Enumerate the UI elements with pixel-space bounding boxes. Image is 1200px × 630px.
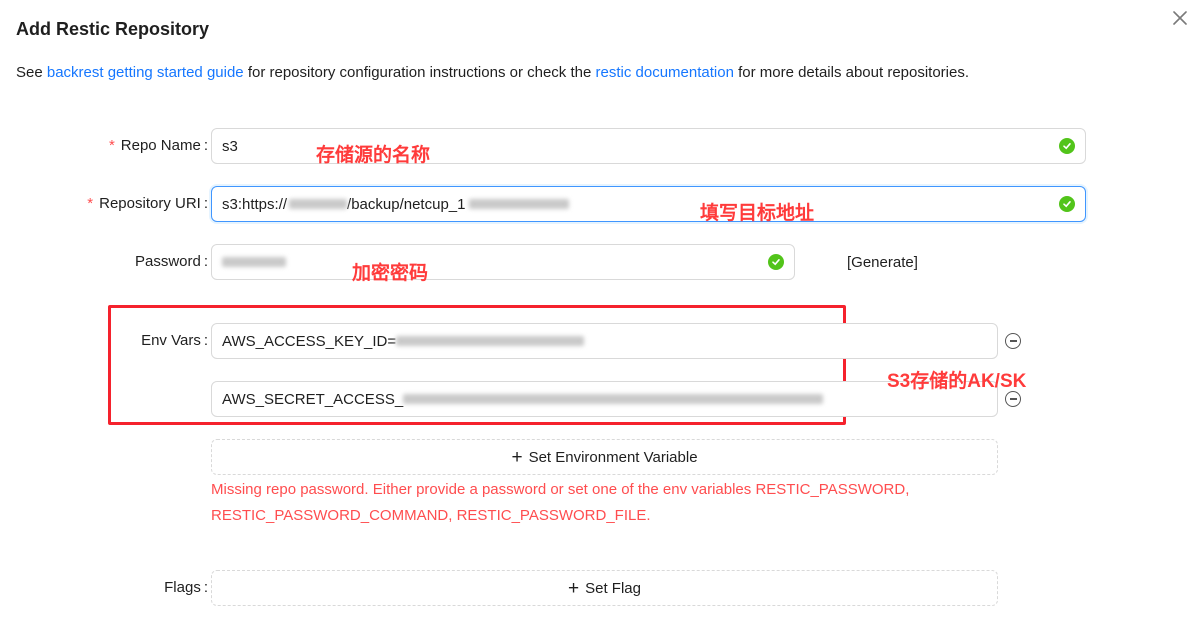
label-text: Repo Name: [120, 137, 201, 154]
repo-uri-prefix: s3:https://: [222, 195, 288, 213]
label-text: Password: [134, 253, 201, 270]
label-text: Env Vars: [141, 332, 201, 349]
description-text: for more details about repositories.: [733, 64, 970, 81]
restic-docs-link[interactable]: restic documentation: [596, 64, 734, 81]
env-var-input-2[interactable]: AWS_SECRET_ACCESS_: [211, 381, 998, 417]
env-vars-annotation: S3存储的AK/SK: [887, 371, 1027, 392]
check-icon: [768, 254, 784, 270]
label-colon: :: [203, 253, 208, 270]
env-var-input-1[interactable]: AWS_ACCESS_KEY_ID=: [211, 323, 998, 359]
repo-uri-middle: /backup/netcup_1: [347, 195, 466, 213]
description: See backrest getting started guide for r…: [16, 64, 969, 81]
label-text: Flags: [164, 579, 201, 596]
getting-started-link[interactable]: backrest getting started guide: [47, 64, 244, 81]
redacted-password: [222, 257, 286, 267]
repo-name-label: * Repo Name:: [109, 137, 208, 154]
label-text: Repository URI: [99, 195, 201, 212]
error-message: Missing repo password. Either provide a …: [211, 477, 909, 529]
env-vars-label: Env Vars:: [141, 332, 208, 349]
set-flag-button[interactable]: + Set Flag: [211, 570, 998, 606]
close-icon: [1173, 11, 1187, 25]
remove-env-var-icon[interactable]: [1005, 333, 1021, 349]
repo-uri-annotation: 填写目标地址: [700, 203, 815, 224]
plus-icon: +: [568, 577, 580, 599]
redacted-text: [403, 394, 824, 404]
repo-uri-label: * Repository URI:: [87, 195, 208, 212]
label-colon: :: [203, 195, 208, 212]
check-icon: [1059, 196, 1075, 212]
remove-env-var-icon[interactable]: [1005, 391, 1021, 407]
label-colon: :: [203, 137, 208, 154]
redacted-text: [396, 336, 585, 346]
label-colon: :: [203, 332, 208, 349]
required-mark: *: [108, 137, 115, 154]
flags-label: Flags:: [164, 579, 208, 596]
check-icon: [1059, 138, 1075, 154]
error-line: RESTIC_PASSWORD_COMMAND, RESTIC_PASSWORD…: [211, 507, 651, 524]
env-var-value: AWS_ACCESS_KEY_ID=: [222, 332, 397, 350]
set-env-var-button[interactable]: + Set Environment Variable: [211, 439, 998, 475]
password-annotation: 加密密码: [352, 263, 429, 284]
repo-name-annotation: 存储源的名称: [316, 145, 431, 166]
password-label: Password:: [135, 253, 208, 270]
button-label: Set Environment Variable: [528, 448, 698, 466]
label-colon: :: [203, 579, 208, 596]
description-text: See: [16, 64, 47, 81]
dialog-title: Add Restic Repository: [16, 19, 210, 39]
generate-password-button[interactable]: [Generate]: [847, 254, 918, 271]
env-var-value: AWS_SECRET_ACCESS_: [222, 390, 404, 408]
repo-uri-input[interactable]: s3:https:// /backup/netcup_1: [211, 186, 1086, 222]
description-text: for repository configuration instruction…: [243, 64, 596, 81]
redacted-text: [289, 199, 348, 209]
password-input[interactable]: [211, 244, 795, 280]
plus-icon: +: [511, 446, 523, 468]
required-mark: *: [87, 195, 94, 212]
button-label: Set Flag: [585, 579, 641, 597]
repo-name-value: s3: [222, 137, 238, 155]
error-line: Missing repo password. Either provide a …: [211, 481, 910, 498]
redacted-text: [469, 199, 570, 209]
close-button[interactable]: [1168, 6, 1192, 30]
